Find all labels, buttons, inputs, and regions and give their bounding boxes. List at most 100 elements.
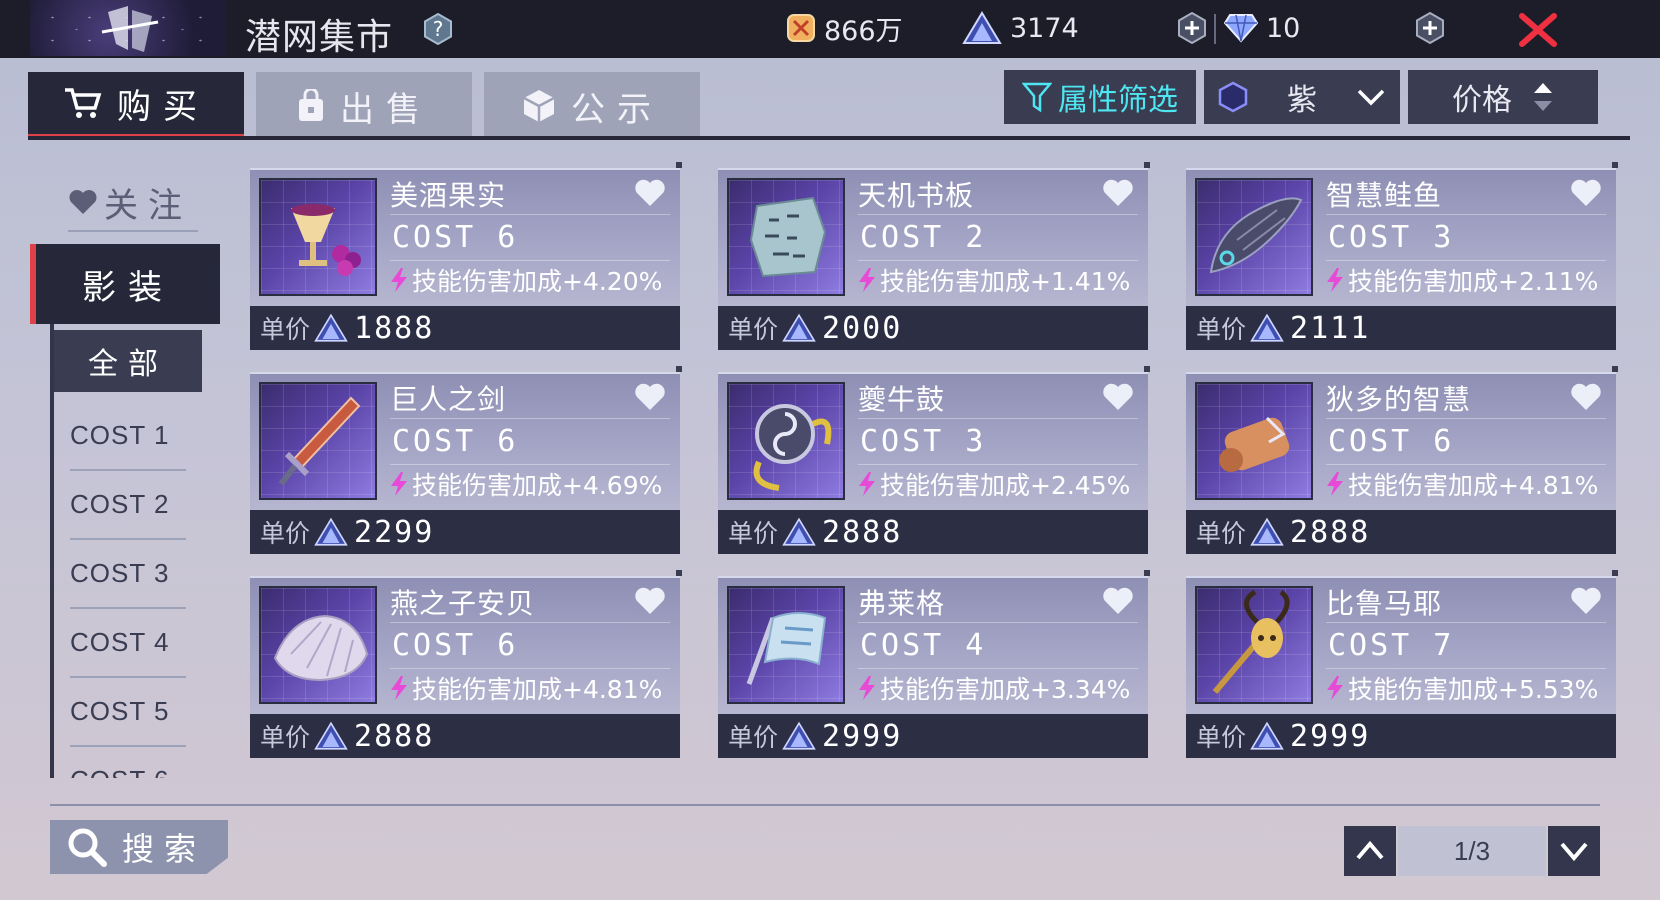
price-sort-button[interactable]: 价格 (1408, 70, 1598, 124)
item-cost: COST 6 (1328, 424, 1455, 459)
wine-fruit-icon (291, 204, 361, 276)
favorite-heart-icon[interactable] (1570, 586, 1602, 616)
bolt-icon (859, 472, 875, 496)
heart-icon (69, 190, 97, 214)
item-thumbnail (259, 178, 377, 296)
cost-filter-5[interactable]: COST 5 (70, 678, 186, 747)
triangle-crystal-icon (314, 313, 348, 342)
attribute-filter-button[interactable]: 属性筛选 (1004, 70, 1196, 124)
item-price: 2888 (822, 514, 903, 550)
item-name: 美酒果实 (390, 179, 507, 212)
coin-icon (787, 14, 815, 42)
item-card[interactable]: 巨人之剑 COST 6 技能伤害加成+4.69% 单价 2299 (250, 366, 682, 554)
item-bonus-text: 技能伤害加成+1.41% (880, 267, 1131, 296)
page-up-button[interactable] (1344, 826, 1396, 876)
item-bonus-text: 技能伤害加成+5.53% (1348, 675, 1599, 704)
price-label: 单价 (728, 315, 779, 344)
item-name: 天机书板 (858, 179, 975, 212)
item-card[interactable]: 美酒果实 COST 6 技能伤害加成+4.20% 单价 1888 (250, 162, 682, 350)
item-price-bar: 单价 2999 (1186, 714, 1616, 758)
nav-rail (50, 324, 54, 778)
favorite-heart-icon[interactable] (1102, 178, 1134, 208)
triangle-crystal-icon (1250, 721, 1284, 750)
search-button[interactable]: 搜索 (50, 820, 228, 874)
triangle-crystal-icon (314, 721, 348, 750)
item-bonus-text: 技能伤害加成+4.81% (1348, 471, 1599, 500)
cost-filter-6[interactable]: COST 6 (70, 747, 186, 778)
tab-buy-label: 购买 (117, 86, 209, 127)
price-label: 单价 (1196, 519, 1247, 548)
item-thumbnail (259, 586, 377, 704)
item-bonus: 技能伤害加成+4.81% (1324, 466, 1598, 502)
item-bonus: 技能伤害加成+1.41% (856, 262, 1130, 298)
flag-icon (746, 612, 827, 685)
cost-filter-1[interactable]: COST 1 (70, 402, 186, 471)
favorite-heart-icon[interactable] (634, 178, 666, 208)
item-price: 2299 (354, 514, 435, 550)
tab-buy[interactable]: 购买 (28, 72, 244, 140)
bolt-icon (391, 676, 407, 700)
item-name: 弗莱格 (858, 587, 946, 620)
item-bonus-text: 技能伤害加成+2.45% (880, 471, 1131, 500)
item-card[interactable]: 夔牛鼓 COST 3 技能伤害加成+2.45% 单价 2888 (718, 366, 1150, 554)
item-price-bar: 单价 2299 (250, 510, 680, 554)
item-card[interactable]: 燕之子安贝 COST 6 技能伤害加成+4.81% 单价 2888 (250, 570, 682, 758)
tab-notice-label: 公示 (571, 89, 663, 130)
item-cost: COST 6 (392, 220, 519, 255)
item-bonus: 技能伤害加成+3.34% (856, 670, 1130, 706)
grade-select[interactable]: 紫 (1204, 70, 1400, 124)
bolt-icon (1327, 472, 1343, 496)
add-crystal-button[interactable] (1176, 12, 1208, 44)
sort-label: 价格 (1452, 83, 1512, 118)
tab-notice[interactable]: 公示 (484, 72, 700, 140)
tab-sell[interactable]: 出售 (256, 72, 472, 140)
favorites-link[interactable]: 关注 (68, 180, 198, 232)
item-cost: COST 3 (860, 424, 987, 459)
currency-crystal: 3174 (962, 8, 1079, 48)
item-card[interactable]: 天机书板 COST 2 技能伤害加成+1.41% 单价 2000 (718, 162, 1150, 350)
item-bonus-text: 技能伤害加成+4.69% (412, 471, 663, 500)
item-thumbnail (259, 382, 377, 500)
favorite-heart-icon[interactable] (1570, 382, 1602, 412)
item-price-bar: 单价 1888 (250, 306, 680, 350)
item-bonus: 技能伤害加成+5.53% (1324, 670, 1598, 706)
drum-icon (753, 404, 832, 491)
add-diamond-button[interactable] (1414, 12, 1446, 44)
item-card[interactable]: 狄多的智慧 COST 6 技能伤害加成+4.81% 单价 2888 (1186, 366, 1618, 554)
item-cost: COST 2 (860, 220, 987, 255)
close-button[interactable] (1516, 8, 1560, 52)
filter-all[interactable]: 全部 (54, 330, 202, 392)
item-price-bar: 单价 2888 (718, 510, 1148, 554)
item-cost: COST 3 (1328, 220, 1455, 255)
favorite-heart-icon[interactable] (1102, 586, 1134, 616)
filter-icon (1022, 82, 1052, 113)
cube-icon (523, 90, 555, 122)
favorite-heart-icon[interactable] (634, 382, 666, 412)
cost-filter-4[interactable]: COST 4 (70, 609, 186, 678)
favorite-heart-icon[interactable] (1570, 178, 1602, 208)
chevron-down-icon (1357, 89, 1385, 106)
favorite-heart-icon[interactable] (634, 586, 666, 616)
item-price-bar: 单价 2111 (1186, 306, 1616, 350)
item-thumbnail (727, 178, 845, 296)
item-bonus: 技能伤害加成+4.20% (388, 262, 662, 298)
item-card[interactable]: 弗莱格 COST 4 技能伤害加成+3.34% 单价 2999 (718, 570, 1150, 758)
item-price-bar: 单价 2888 (1186, 510, 1616, 554)
item-price: 2888 (354, 718, 435, 754)
page-down-button[interactable] (1548, 826, 1600, 876)
item-name: 燕之子安贝 (390, 587, 536, 620)
bolt-icon (1327, 676, 1343, 700)
cost-filter-2[interactable]: COST 2 (70, 471, 186, 540)
item-thumbnail (727, 382, 845, 500)
item-card[interactable]: 智慧鲑鱼 COST 3 技能伤害加成+2.11% 单价 2111 (1186, 162, 1618, 350)
favorite-heart-icon[interactable] (1102, 382, 1134, 412)
item-card[interactable]: 比鲁马耶 COST 7 技能伤害加成+5.53% 单价 2999 (1186, 570, 1618, 758)
filter-all-label: 全部 (88, 347, 168, 382)
coin-amount: 866万 (824, 15, 903, 47)
help-icon[interactable]: ? (422, 13, 454, 45)
item-price: 2999 (822, 718, 903, 754)
cost-filter-3[interactable]: COST 3 (70, 540, 186, 609)
item-cost: COST 7 (1328, 628, 1455, 663)
sidebar-item-skin[interactable]: 影装 (30, 244, 220, 324)
crystal-amount: 3174 (1010, 12, 1079, 44)
